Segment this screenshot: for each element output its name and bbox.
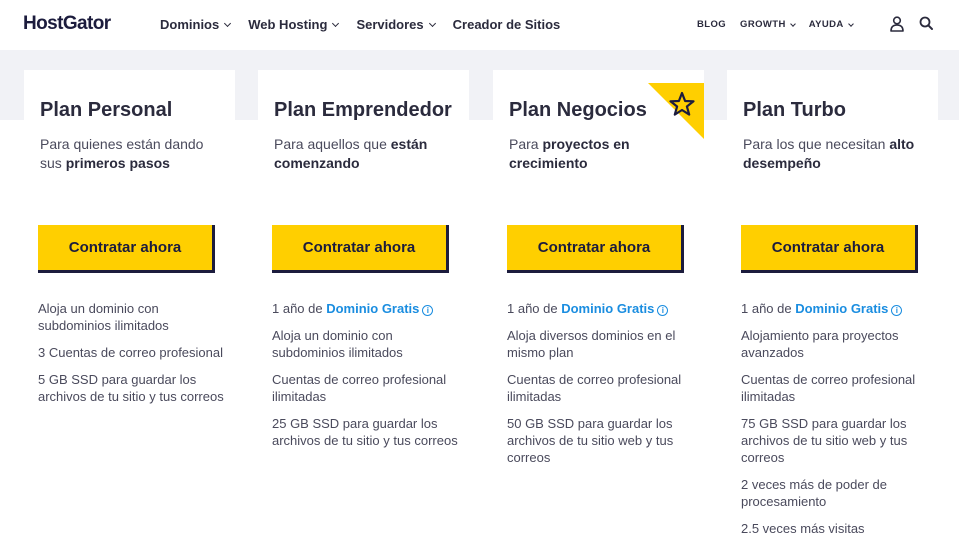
plan-title: Plan Emprendedor [274,99,452,121]
feature-item: Aloja un dominio con subdominios ilimita… [272,328,403,360]
info-icon[interactable]: i [422,305,434,316]
contratar-ahora-button[interactable]: Contratar ahora [272,225,449,273]
main-nav: Dominios Web Hosting Servidores Creador … [160,17,560,32]
nav-dominios-label: Dominios [160,17,220,32]
feature-item: 50 GB SSD para guardar los archivos de t… [507,416,674,465]
nav-growth[interactable]: GROWTH [740,19,796,30]
plan-desc-text: Para [509,136,543,152]
domain-pre: 1 año de [507,301,562,316]
feature-item: Cuentas de correo profesional ilimitadas [741,372,916,404]
plan-desc-highlight: primeros pasos [65,155,170,171]
nav-blog[interactable]: BLOG [697,19,726,30]
domain-pre: 1 año de [272,301,327,316]
feature-item: Aloja diversos dominios en el mismo plan [507,328,676,360]
plan-card-emprendedor: Plan Emprendedor Para aquellos que están… [258,70,469,548]
nav-web-hosting[interactable]: Web Hosting [248,17,340,32]
nav-creador-de-sitios[interactable]: Creador de Sitios [453,17,561,32]
plan-description: Para aquellos que están comenzando [274,135,454,173]
nav-ayuda-label: AYUDA [808,19,844,30]
feature-item: Cuentas de correo profesional ilimitadas [272,372,447,404]
feature-item: Aloja un dominio con subdominios ilimita… [38,301,169,333]
secondary-nav: BLOG GROWTH AYUDA [697,19,854,30]
plan-card-negocios: Plan Negocios Para proyectos en crecimie… [493,70,704,548]
dominio-gratis-link[interactable]: Dominio Gratis [326,301,419,316]
chevron-down-icon [224,19,232,27]
plan-description: Para los que necesitan alto desempeño [743,135,923,173]
plan-card-turbo: Plan Turbo Para los que necesitan alto d… [727,70,938,548]
feature-item: 2 veces más de poder de procesamiento [741,477,887,509]
plan-card-personal: Plan Personal Para quienes están dando s… [24,70,235,548]
feature-item: 2.5 veces más visitas [741,521,865,536]
domain-feature: 1 año de Dominio Gratis i [741,300,931,317]
nav-dominios[interactable]: Dominios [160,17,232,32]
nav-blog-label: BLOG [697,19,727,30]
nav-growth-label: GROWTH [740,19,786,30]
chevron-down-icon [332,19,340,27]
featured-star-icon [648,83,704,139]
search-icon[interactable] [919,16,934,31]
nav-ayuda[interactable]: AYUDA [808,19,854,30]
feature-item: Alojamiento para proyectos avanzados [741,328,899,360]
feature-item: 75 GB SSD para guardar los archivos de t… [741,416,908,465]
nav-web-hosting-label: Web Hosting [248,17,328,32]
plan-title: Plan Personal [40,99,173,121]
domain-feature: 1 año de Dominio Gratis i [272,300,462,317]
user-icon[interactable] [890,16,904,32]
plan-features: 1 año de Dominio Gratis i Aloja diversos … [507,300,697,476]
feature-item: 5 GB SSD para guardar los archivos de tu… [38,372,224,404]
contratar-ahora-button[interactable]: Contratar ahora [741,225,918,273]
contratar-ahora-button[interactable]: Contratar ahora [507,225,684,273]
hostgator-logo[interactable]: HostGator [23,13,111,35]
domain-pre: 1 año de [741,301,796,316]
domain-feature: 1 año de Dominio Gratis i [507,300,697,317]
plan-title: Plan Negocios [509,99,647,121]
chevron-down-icon [789,20,796,27]
plan-description: Para quienes están dando sus primeros pa… [40,135,220,173]
plan-features: 1 año de Dominio Gratis i Alojamiento par… [741,300,931,547]
nav-creador-label: Creador de Sitios [452,17,561,32]
nav-servidores[interactable]: Servidores [356,17,436,32]
feature-item: 25 GB SSD para guardar los archivos de t… [272,416,458,448]
plan-desc-text: Para los que necesitan [743,136,890,152]
nav-servidores-label: Servidores [356,17,424,32]
plan-description: Para proyectos en crecimiento [509,135,689,173]
feature-item: Cuentas de correo profesional ilimitadas [507,372,682,404]
chevron-down-icon [847,20,854,27]
plan-features: Aloja un dominio con subdominios ilimita… [38,300,228,415]
info-icon[interactable]: i [891,305,903,316]
plan-desc-text: Para aquellos que [274,136,391,152]
plan-title: Plan Turbo [743,99,846,121]
chevron-down-icon [428,19,436,27]
plan-features: 1 año de Dominio Gratis i Aloja un domini… [272,300,462,459]
dominio-gratis-link[interactable]: Dominio Gratis [795,301,888,316]
info-icon[interactable]: i [657,305,669,316]
dominio-gratis-link[interactable]: Dominio Gratis [561,301,654,316]
contratar-ahora-button[interactable]: Contratar ahora [38,225,215,273]
site-header: HostGator Dominios Web Hosting Servidore… [0,0,959,50]
feature-item: 3 Cuentas de correo profesional [38,345,224,360]
